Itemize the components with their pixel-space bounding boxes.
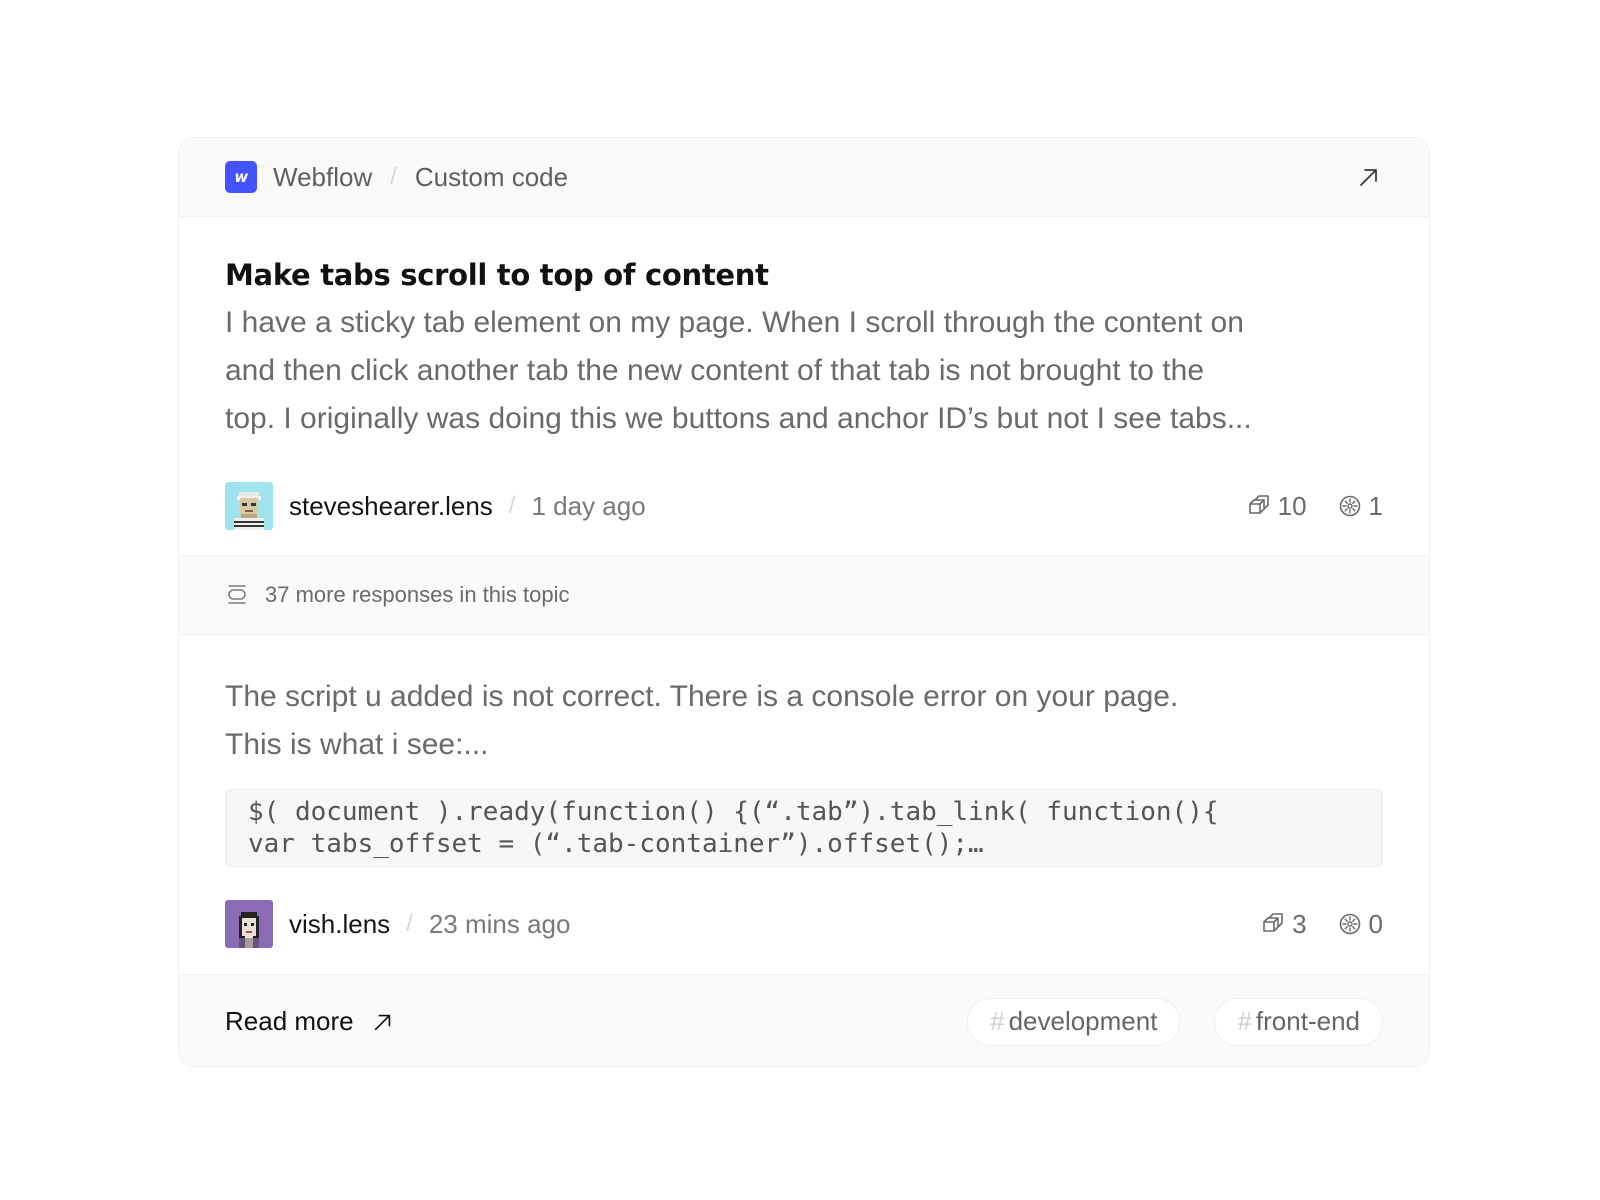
tag-development[interactable]: # development xyxy=(967,997,1181,1046)
card-header: w Webflow / Custom code xyxy=(179,138,1429,217)
breadcrumb-separator: / xyxy=(390,163,397,190)
reply-body-line: The script u added is not correct. There… xyxy=(225,680,1179,713)
reply-meta: vish.lens / 23 mins ago 3 0 xyxy=(225,899,1383,949)
tag-label: development xyxy=(1008,1006,1158,1036)
mirror-count-value: 0 xyxy=(1368,908,1383,939)
breadcrumb-category[interactable]: Custom code xyxy=(415,162,568,193)
hash-icon: # xyxy=(990,1006,1005,1036)
breadcrumb-platform[interactable]: Webflow xyxy=(273,162,372,193)
post-body-line: I have a sticky tab element on my page. … xyxy=(225,306,1244,339)
author-avatar-icon xyxy=(225,482,273,530)
post-body: I have a sticky tab element on my page. … xyxy=(225,299,1383,443)
collect-count[interactable]: 10 xyxy=(1246,491,1307,522)
tag-front-end[interactable]: # front-end xyxy=(1214,997,1383,1046)
open-external-button[interactable] xyxy=(1355,163,1383,191)
mirror-count-value: 1 xyxy=(1368,490,1383,521)
mirror-icon xyxy=(1339,495,1360,517)
tag-list: # development # front-end xyxy=(933,997,1383,1046)
collect-count-value: 10 xyxy=(1277,490,1307,521)
post-meta: steveshearer.lens / 1 day ago 10 1 xyxy=(225,481,1383,531)
post-timestamp: 1 day ago xyxy=(531,490,646,521)
reply-body: The script u added is not correct. There… xyxy=(225,673,1383,769)
webflow-logo-icon: w xyxy=(225,161,257,193)
code-snippet: $( document ).ready(function() {(“.tab”)… xyxy=(225,789,1383,867)
collect-count-value: 3 xyxy=(1292,908,1307,939)
hash-icon: # xyxy=(1237,1006,1252,1036)
post-title[interactable]: Make tabs scroll to top of content xyxy=(225,257,1383,293)
author-name[interactable]: steveshearer.lens xyxy=(289,491,493,522)
tag-label: front-end xyxy=(1255,1006,1360,1036)
author-name[interactable]: vish.lens xyxy=(289,909,390,940)
collect-count[interactable]: 3 xyxy=(1260,908,1307,940)
mirror-icon xyxy=(1339,913,1360,935)
latest-reply[interactable]: The script u added is not correct. There… xyxy=(179,635,1429,975)
read-more-link[interactable]: Read more xyxy=(225,1006,394,1037)
meta-separator: / xyxy=(508,492,516,519)
arrow-up-right-icon xyxy=(374,1014,390,1030)
code-line: var tabs_offset = (“.tab-container”).off… xyxy=(248,829,984,859)
collect-icon xyxy=(1263,913,1283,932)
post-card: w Webflow / Custom code Make tabs scroll… xyxy=(178,137,1430,1067)
webflow-logo-letter: w xyxy=(234,168,248,186)
read-more-label: Read more xyxy=(225,1006,354,1036)
more-responses-text: 37 more responses in this topic xyxy=(265,582,570,607)
meta-separator: / xyxy=(406,910,413,937)
reply-body-line: This is what i see:... xyxy=(225,728,489,761)
original-post[interactable]: Make tabs scroll to top of content I hav… xyxy=(179,217,1429,556)
code-line: $( document ).ready(function() {(“.tab”)… xyxy=(248,797,1219,827)
post-body-line: and then click another tab the new conte… xyxy=(225,354,1204,387)
avatar[interactable] xyxy=(225,900,273,948)
more-responses-link[interactable]: 37 more responses in this topic xyxy=(179,556,1429,635)
avatar[interactable] xyxy=(225,482,273,530)
post-stats: 10 1 xyxy=(1216,491,1383,522)
post-body-line: top. I originally was doing this we butt… xyxy=(225,402,1252,435)
mirror-count[interactable]: 0 xyxy=(1337,909,1383,940)
reply-timestamp: 23 mins ago xyxy=(428,908,571,939)
reply-stats: 3 0 xyxy=(1230,909,1383,940)
author-avatar-icon xyxy=(225,900,273,948)
card-footer: Read more # development # front-end xyxy=(179,975,1429,1066)
collect-icon xyxy=(1248,495,1269,514)
mirror-count[interactable]: 1 xyxy=(1337,491,1383,522)
arrow-up-right-icon xyxy=(1360,169,1377,186)
responses-stack-icon xyxy=(228,585,246,604)
